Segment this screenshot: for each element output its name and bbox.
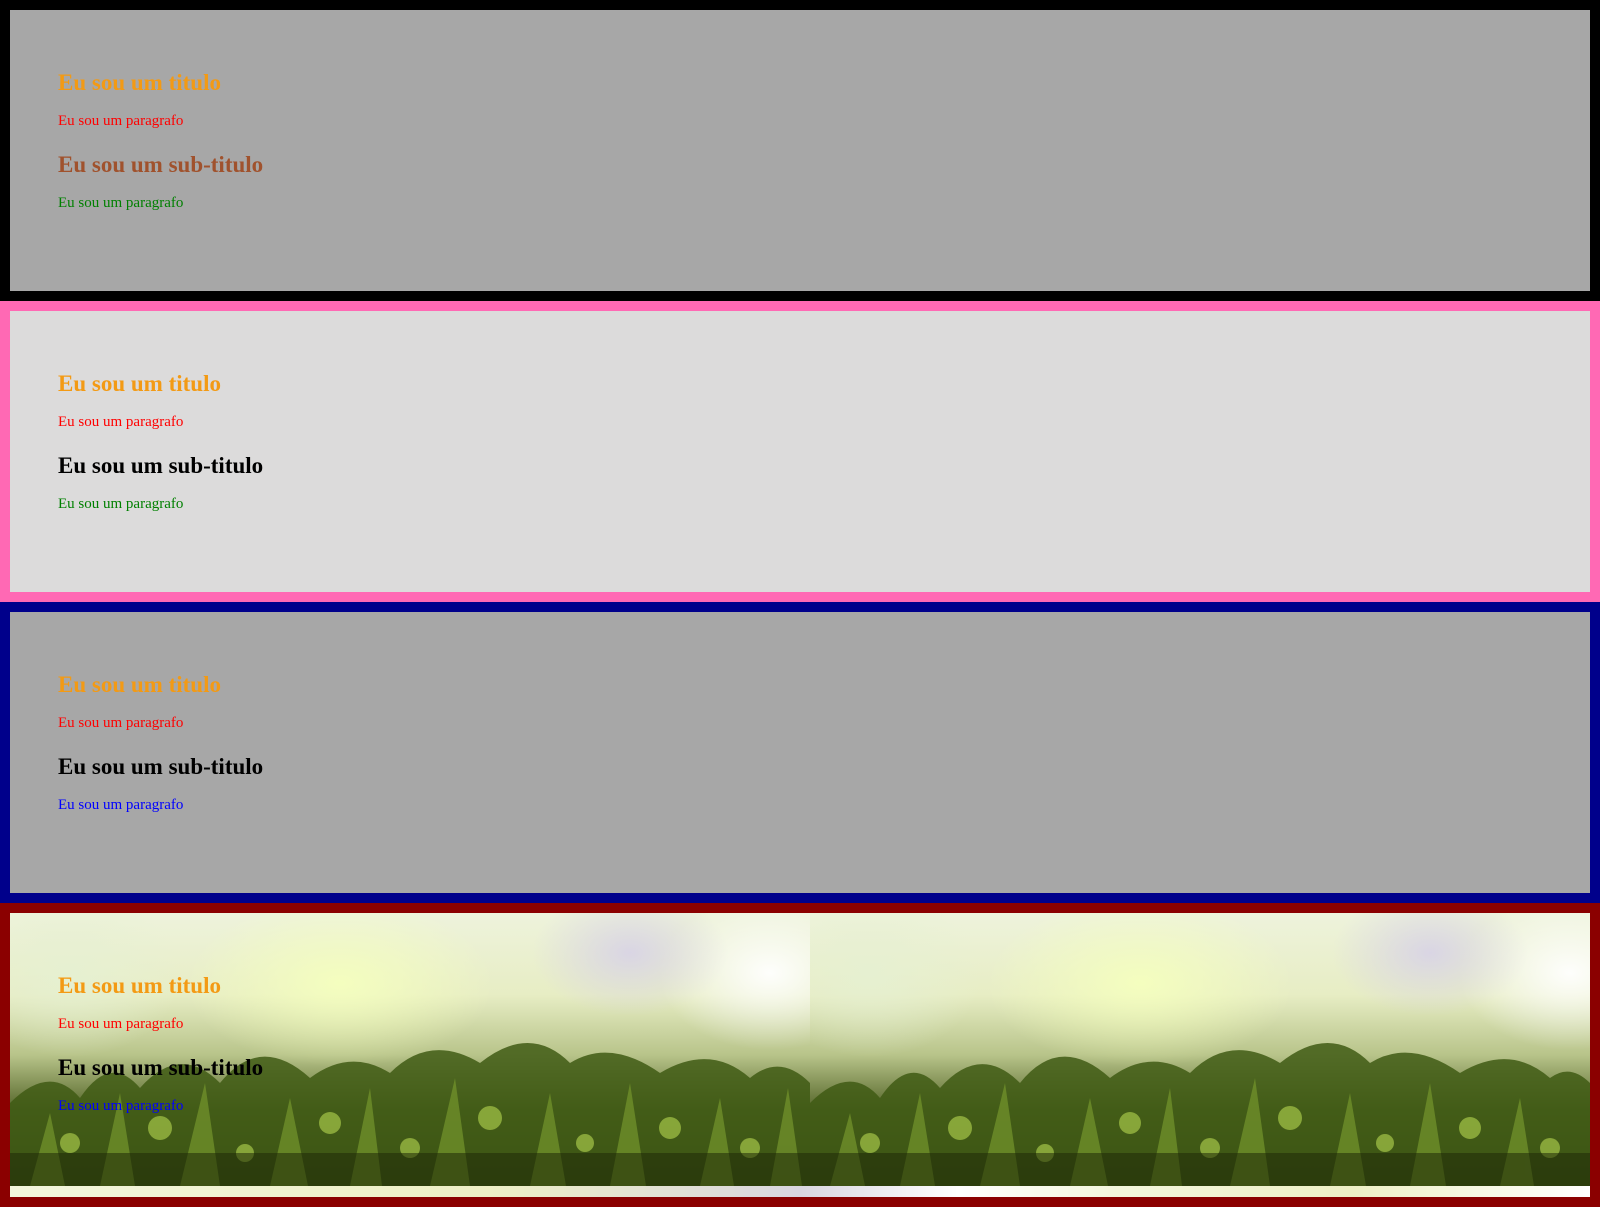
section-2-title: Eu sou um titulo: [58, 371, 221, 396]
section-2-subtitle: Eu sou um sub-titulo: [58, 453, 264, 478]
section-4-title: Eu sou um titulo: [58, 973, 221, 998]
section-4-paragraph-2: Eu sou um paragrafo: [58, 1098, 184, 1114]
section-2-content: Eu sou um titulo Eu sou um paragrafo Eu …: [58, 369, 1542, 514]
section-1-subtitle: Eu sou um sub-titulo: [58, 152, 264, 177]
section-1-paragraph-2: Eu sou um paragrafo: [58, 195, 184, 211]
section-2-paragraph-1: Eu sou um paragrafo: [58, 414, 184, 430]
section-3: Eu sou um titulo Eu sou um paragrafo Eu …: [0, 602, 1600, 903]
section-1-paragraph-1: Eu sou um paragrafo: [58, 113, 184, 129]
section-2-paragraph-2: Eu sou um paragrafo: [58, 496, 184, 512]
section-1-title: Eu sou um titulo: [58, 70, 221, 95]
section-3-content: Eu sou um titulo Eu sou um paragrafo Eu …: [58, 670, 1542, 815]
section-4-content: Eu sou um titulo Eu sou um paragrafo Eu …: [58, 971, 1542, 1116]
moss-image-repeat-strip: [10, 1186, 1590, 1197]
section-3-paragraph-1: Eu sou um paragrafo: [58, 715, 184, 731]
section-3-title: Eu sou um titulo: [58, 672, 221, 697]
section-1-content: Eu sou um titulo Eu sou um paragrafo Eu …: [58, 68, 1542, 213]
section-4-paragraph-1: Eu sou um paragrafo: [58, 1016, 184, 1032]
section-3-subtitle: Eu sou um sub-titulo: [58, 754, 264, 779]
section-1: Eu sou um titulo Eu sou um paragrafo Eu …: [0, 0, 1600, 301]
section-4-subtitle: Eu sou um sub-titulo: [58, 1055, 264, 1080]
section-2: Eu sou um titulo Eu sou um paragrafo Eu …: [0, 301, 1600, 602]
section-3-paragraph-2: Eu sou um paragrafo: [58, 797, 184, 813]
section-4: Eu sou um titulo Eu sou um paragrafo Eu …: [0, 903, 1600, 1207]
